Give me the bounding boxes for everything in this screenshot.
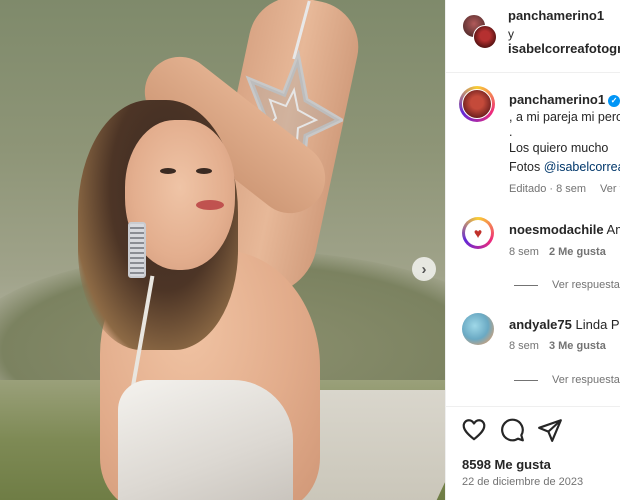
comment-meta: 8 sem 2 Me gusta [509,246,616,258]
caption-meta: Editado · 8 sem Ver traducción [509,183,620,195]
comment-text: noesmodachile Am [509,222,620,237]
avatar-coauthor[interactable] [473,25,497,49]
post-header: panchamerino1 y isabelcorreafotografa [446,0,620,73]
caption-edited: Editado · 8 sem [509,183,587,195]
comment-avatar[interactable]: ♥ [462,217,494,249]
comment-body: Am [606,222,620,237]
likes-count[interactable]: 8598 Me gusta [462,457,551,472]
caption-line-4: Fotos @isabelcorreafotografa [509,160,620,174]
comment-avatar[interactable] [462,313,494,345]
caption-author[interactable]: panchamerino1 ✓ [509,92,620,107]
caption: panchamerino1 ✓ , a mi pareja mi pero . L… [446,73,620,203]
chevron-right-icon: › [421,260,427,278]
comment-meta: 8 sem 3 Me gusta [509,340,616,352]
share-icon[interactable] [537,417,563,443]
verified-badge-icon: ✓ [608,95,620,107]
comment-time: 8 sem [509,246,539,258]
header-author-link[interactable]: panchamerino1 [508,8,604,23]
comment-time: 8 sem [509,340,539,352]
view-replies-label: Ver respuestas [552,279,620,291]
comment-likes[interactable]: 2 Me gusta [549,246,606,258]
caption-line-1: , a mi pareja mi pero [509,110,620,124]
heart-logo-icon: ♥ [473,225,483,241]
caption-line-2: . [509,125,513,139]
post-actions [446,406,620,451]
comment-likes[interactable]: 3 Me gusta [549,340,606,352]
caption-line-3: Los quiero mucho [509,141,609,155]
eye-left [160,168,176,174]
comment-username[interactable]: andyale75 [509,317,572,332]
eye-right [196,168,212,174]
see-translation-link[interactable]: Ver traducción [600,183,620,195]
caption-avatar[interactable] [459,86,495,122]
caption-mention-link[interactable]: @isabelcorreafotografa [544,160,620,174]
comment-body: Linda Pa [575,317,620,332]
post-date[interactable]: 22 de diciembre de 2023 [462,476,583,488]
comment-username[interactable]: noesmodachile [509,222,604,237]
view-replies-label: Ver respuestas [552,374,620,386]
comment-icon[interactable] [499,417,525,443]
post-side-panel: panchamerino1 y isabelcorreafotografa pa… [445,0,620,500]
header-conjunction: y [508,27,514,41]
white-dress [118,380,293,500]
caption-author-name[interactable]: panchamerino1 [509,92,605,107]
comment-text: andyale75 Linda Pa [509,317,620,332]
view-replies-button[interactable]: Ver respuestas [514,279,620,291]
heart-icon[interactable] [461,417,487,443]
next-image-button[interactable]: › [412,257,436,281]
lips [196,200,224,210]
caption-photos-label: Fotos [509,160,544,174]
header-coauthor-link[interactable]: isabelcorreafotografa [508,41,620,56]
earring [128,222,146,278]
view-replies-button[interactable]: Ver respuestas [514,374,620,386]
post-image[interactable]: › [0,0,445,500]
collab-avatars[interactable] [462,14,497,49]
